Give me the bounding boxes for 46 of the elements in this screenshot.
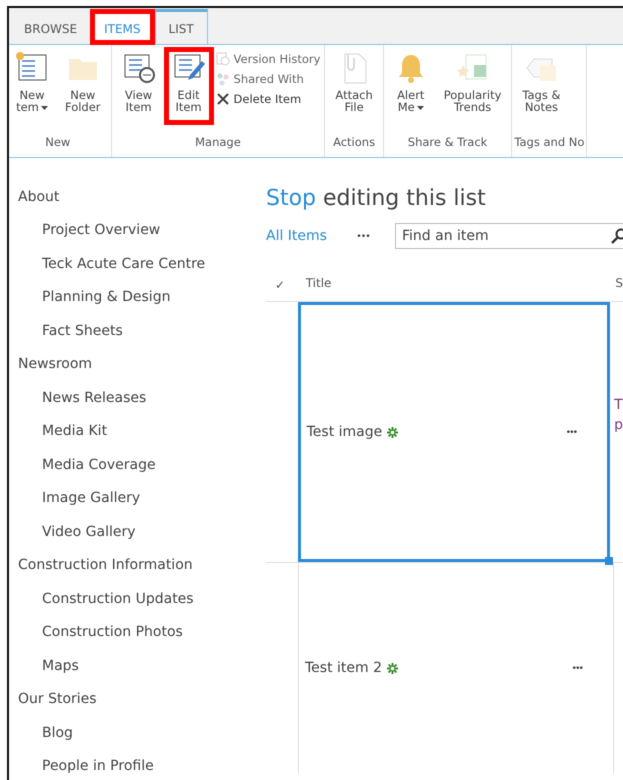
table-cell: T [614, 397, 623, 413]
ribbon-tab[interactable]: LIST [154, 9, 208, 45]
ribbon-group-label: Share & Track [406, 135, 488, 151]
nav-link[interactable]: Planning & Design [18, 280, 266, 314]
column-header[interactable]: S [615, 276, 623, 290]
ribbon-button[interactable]: Alert Me [386, 47, 436, 117]
nav-link[interactable]: Media Coverage [18, 448, 266, 482]
ribbon-tab[interactable]: BROWSE [11, 13, 90, 45]
more-button[interactable]: ••• [572, 662, 583, 674]
nav-link[interactable]: Video Gallery [18, 515, 266, 548]
nav-link[interactable]: Our Stories [18, 682, 266, 716]
ribbon-button[interactable]: View Item [114, 47, 164, 117]
nav-link[interactable]: Construction Updates [18, 582, 266, 616]
nav-link[interactable]: Newsroom [18, 348, 266, 381]
ribbon-button[interactable]: New tem [9, 47, 57, 117]
view-link[interactable]: All Items [266, 228, 327, 244]
ribbon-group-label: New [44, 135, 72, 151]
title-cell[interactable]: Test item 2 ••• [298, 563, 614, 773]
nav-link[interactable]: Media Kit [18, 414, 266, 448]
nav-link[interactable]: News Releases [18, 381, 266, 414]
ribbon-tab[interactable]: ITEMS [90, 9, 155, 45]
select-all-check[interactable]: ✓ [275, 278, 286, 292]
nav-link[interactable]: Maps [18, 649, 266, 682]
table-cell: p [614, 417, 623, 433]
more-button[interactable]: ••• [566, 426, 578, 438]
nav-link[interactable]: People in Profile [18, 750, 266, 780]
page-title: Stop editing this list [266, 186, 487, 211]
column-header[interactable]: Title [298, 276, 616, 290]
ribbon-group-label: Actions [332, 135, 376, 151]
nav-link[interactable]: Project Overview [18, 214, 266, 247]
nav-link[interactable]: Fact Sheets [18, 314, 266, 348]
title-cell[interactable]: Test image ••• [298, 302, 610, 562]
nav-link[interactable]: Construction Photos [18, 616, 266, 649]
search-field[interactable]: Find an item [394, 223, 623, 249]
ribbon-group-label: Manage [194, 135, 242, 151]
ribbon-button[interactable]: Delete Item [214, 91, 322, 107]
nav-link[interactable]: Construction Information [18, 548, 266, 582]
nav-link[interactable]: Teck Acute Care Centre [18, 247, 266, 280]
more-button[interactable]: ••• [348, 230, 379, 242]
nav-link[interactable]: Image Gallery [18, 482, 266, 515]
nav-link[interactable]: Blog [18, 716, 266, 750]
nav-link[interactable]: About [18, 180, 266, 214]
item-title: Test image [306, 424, 382, 440]
item-title: Test item 2 [305, 660, 382, 676]
ribbon-group-label: Tags and No [514, 135, 584, 151]
ribbon-button[interactable]: Edit Item [164, 47, 214, 125]
